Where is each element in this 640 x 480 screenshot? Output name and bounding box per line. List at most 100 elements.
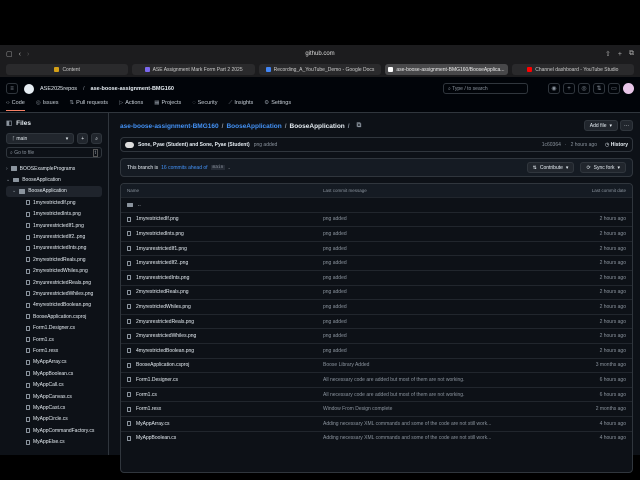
tab-issues[interactable]: ◎ Issues [36, 100, 59, 111]
file-name-link[interactable]: Form1.cs [136, 392, 157, 398]
commit-message-link[interactable]: png added [323, 304, 566, 310]
history-button[interactable]: ◷ History [605, 142, 628, 148]
tree-item[interactable]: ⌄ BooseApplication [6, 174, 102, 185]
commit-message-link[interactable]: png added [323, 319, 566, 325]
contribute-button[interactable]: ⇅ Contribute ▾ [526, 162, 575, 173]
tree-item[interactable]: MyAppElse.cs [6, 436, 102, 447]
parent-directory-row[interactable]: .. [121, 197, 632, 212]
file-name-link[interactable]: 1myrestrictedInts.png [136, 231, 184, 237]
commit-hash[interactable]: 1c60364 [542, 142, 561, 148]
commit-message-link[interactable]: Boose Library Added [323, 362, 566, 368]
tab-settings[interactable]: ⚙ Settings [264, 100, 291, 111]
tree-item[interactable]: 1myunrestrictedIf2..png [6, 231, 102, 242]
file-name-link[interactable]: 2myrestrictedReals.png [136, 289, 189, 295]
file-name-link[interactable]: Form1.Designer.cs [136, 377, 178, 383]
commit-message-link[interactable]: png added [323, 289, 566, 295]
browser-tab[interactable]: Content [6, 64, 129, 75]
owner-link[interactable]: ASE2025repos [40, 86, 77, 92]
file-name-link[interactable]: 1myunrestrictedInts.png [136, 275, 189, 281]
commit-message-link[interactable]: All necessary code are added but most of… [323, 377, 566, 383]
avatar[interactable] [623, 83, 634, 94]
commit-message-link[interactable]: Adding necessary XML commands and some o… [323, 421, 566, 427]
tab-security[interactable]: ◌ Security [192, 100, 217, 111]
file-name-link[interactable]: MyAppArray.cs [136, 421, 170, 427]
search-files-icon[interactable]: ⌕ [91, 133, 102, 144]
tree-item[interactable]: MyAppArray.cs [6, 357, 102, 368]
tree-item[interactable]: 1myrestrictedIf.png [6, 197, 102, 208]
collapse-sidebar-icon[interactable]: ◧ [6, 119, 12, 127]
commits-ahead-link[interactable]: 16 commits ahead of [161, 165, 207, 171]
tab-insights[interactable]: ⟋ Insights [228, 100, 253, 111]
browser-tab[interactable]: Recording_A_YouTube_Demo - Google Docs [258, 64, 382, 75]
tree-item[interactable]: MyAppCall.cs [6, 379, 102, 390]
repo-link[interactable]: ase-boose-assignment-BMG160 [91, 86, 174, 92]
search-input[interactable]: ⌕ Type / to search [443, 83, 528, 94]
file-name-link[interactable]: Form1.resx [136, 406, 161, 412]
commit-message-link[interactable]: png added [323, 348, 566, 354]
browser-tab[interactable]: Channel dashboard - YouTube Studio [511, 64, 635, 75]
add-file-button[interactable]: Add file ▾ [583, 120, 618, 131]
tree-item[interactable]: › BOOSExamplePrograms [6, 163, 102, 174]
tree-item[interactable]: MyAppCanvas.cs [6, 391, 102, 402]
sync-fork-button[interactable]: ⟳ Sync fork ▾ [580, 162, 626, 173]
share-icon[interactable]: ⇧ [605, 50, 611, 58]
file-name-link[interactable]: BooseApplication.csproj [136, 362, 189, 368]
tree-item[interactable]: 2myrestrictedReals.png [6, 254, 102, 265]
tree-item[interactable]: 2myunrestrictedWhiles.png [6, 288, 102, 299]
breadcrumb-repo[interactable]: ase-boose-assignment-BMG160 [120, 123, 219, 130]
commit-message[interactable]: png added [254, 142, 278, 148]
add-file-icon[interactable]: + [77, 133, 89, 144]
copilot-icon[interactable]: ◉ [548, 83, 560, 94]
tree-item[interactable]: MyAppBoolean.cs [6, 368, 102, 379]
forward-icon[interactable]: › [27, 51, 29, 58]
commit-message-link[interactable]: png added [323, 216, 566, 222]
github-logo-icon[interactable] [24, 83, 34, 94]
file-name-link[interactable]: 2myunrestrictedWhiles.png [136, 333, 196, 339]
create-new-icon[interactable]: + [563, 83, 575, 94]
browser-tab[interactable]: ASE Assignment Mark Form Part 2 2025 [132, 64, 255, 75]
commit-message-link[interactable]: Window From Design complete [323, 406, 566, 412]
commit-message-link[interactable]: png added [323, 275, 566, 281]
address-bar[interactable]: github.com [220, 47, 420, 61]
issues-icon[interactable]: ◎ [578, 83, 590, 94]
file-name-link[interactable]: 1myunrestrictedIf1.png [136, 246, 187, 252]
branch-select[interactable]: ᚴ main ▾ [6, 133, 75, 144]
commit-message-link[interactable]: png added [323, 246, 566, 252]
sidebar-toggle-icon[interactable]: ▢ [6, 50, 13, 58]
tree-item[interactable]: Form1.resx [6, 345, 102, 356]
tree-item[interactable]: MyAppCircle.cs [6, 414, 102, 425]
back-icon[interactable]: ‹ [19, 51, 21, 58]
more-options-icon[interactable]: ··· [620, 120, 633, 131]
tree-item[interactable]: MyAppCommandFactory.cs [6, 425, 102, 436]
copy-path-icon[interactable]: ⧉ [357, 122, 362, 130]
tree-item[interactable]: 2myunrestrictedReals.png [6, 277, 102, 288]
tree-item[interactable]: 1myunrestrictedIf1.png [6, 220, 102, 231]
tree-item[interactable]: Form1.Designer.cs [6, 322, 102, 333]
tree-item[interactable]: 2myrestrictedWhiles.png [6, 266, 102, 277]
tree-item[interactable]: BooseApplication.csproj [6, 311, 102, 322]
breadcrumb-folder[interactable]: BooseApplication [226, 123, 281, 130]
pull-requests-icon[interactable]: ⇅ [593, 83, 605, 94]
inbox-icon[interactable]: ▭ [608, 83, 620, 94]
file-name-link[interactable]: 2myunrestrictedReals.png [136, 319, 194, 325]
tab-code[interactable]: ‹› Code [6, 100, 25, 111]
commit-message-link[interactable]: png added [323, 231, 566, 237]
tab-projects[interactable]: ▦ Projects [154, 100, 181, 111]
file-name-link[interactable]: MyAppBoolean.cs [136, 435, 176, 441]
commit-message-link[interactable]: png added [323, 333, 566, 339]
browser-tab[interactable]: ase-boose-assignment-BMG160/BooseApplica… [385, 64, 508, 75]
commit-message-link[interactable]: Adding necessary XML commands and some o… [323, 435, 566, 441]
parent-link[interactable]: .. [138, 202, 141, 208]
go-to-file-input[interactable]: ⌕ Go to file t [6, 147, 102, 158]
tree-item[interactable]: MyAppCast.cs [6, 402, 102, 413]
new-tab-icon[interactable]: + [618, 51, 622, 58]
file-name-link[interactable]: 4myrestrictedBoolean.png [136, 348, 194, 354]
tree-item[interactable]: ⌄ BooseApplication [6, 185, 102, 198]
commit-authors[interactable]: Sone, Pyae (Student) and Sone, Pyae (Stu… [138, 142, 250, 148]
tree-item[interactable]: 4myrestrictedBoolean.png [6, 300, 102, 311]
tree-item[interactable]: Form1.cs [6, 334, 102, 345]
tab-overview-icon[interactable]: ⧉ [629, 50, 634, 58]
file-name-link[interactable]: 2myrestrictedWhiles.png [136, 304, 191, 310]
tab-pull-requests[interactable]: ⇅ Pull requests [70, 100, 108, 111]
file-name-link[interactable]: 1myunrestrictedIf2..png [136, 260, 188, 266]
